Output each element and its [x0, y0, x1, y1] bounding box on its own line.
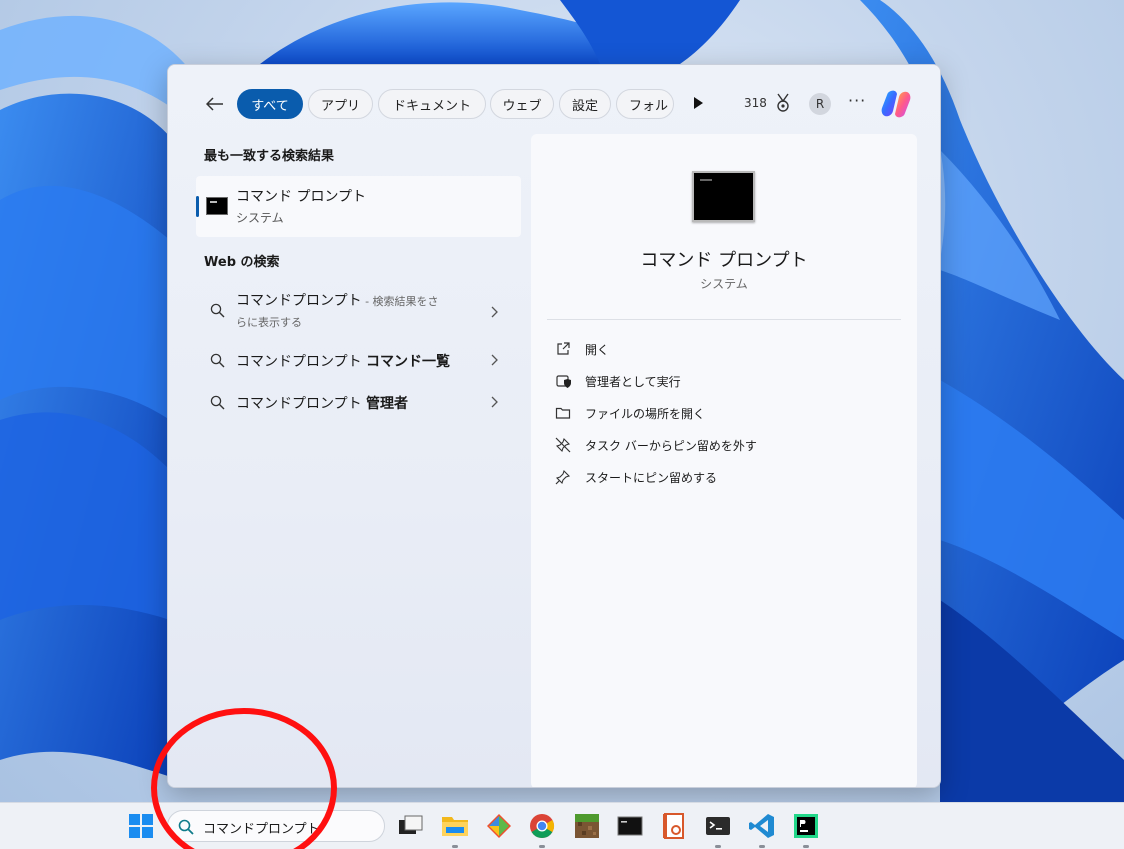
filter-chip-folders[interactable]: フォル	[616, 89, 674, 119]
minecraft-icon[interactable]	[572, 811, 602, 841]
detail-divider	[547, 319, 901, 320]
chevron-right-icon	[491, 306, 498, 318]
web-result-item[interactable]: コマンドプロンプト 管理者	[196, 383, 521, 423]
rewards-points: 318	[744, 96, 767, 110]
detail-app-name: コマンド プロンプト	[640, 250, 808, 271]
selection-indicator	[196, 196, 199, 217]
running-indicator	[715, 845, 721, 848]
terminal-icon[interactable]	[703, 811, 733, 841]
action-run-as-admin[interactable]: 管理者として実行	[555, 369, 885, 393]
search-icon	[178, 819, 194, 835]
open-external-icon	[557, 342, 570, 355]
action-open-file-location[interactable]: ファイルの場所を開く	[555, 401, 885, 425]
web-result-item[interactable]: コマンドプロンプト コマンド一覧	[196, 341, 521, 381]
running-indicator	[759, 845, 765, 848]
running-indicator	[803, 845, 809, 848]
web-result-bold-term: コマンド一覧	[366, 354, 451, 370]
command-prompt-icon	[206, 197, 228, 215]
best-match-title: コマンド プロンプト	[236, 189, 367, 205]
web-result-query: コマンドプロンプト	[236, 354, 367, 370]
filter-chip-documents[interactable]: ドキュメント	[378, 89, 486, 119]
taskbar-search-value: コマンドプロンプト	[203, 822, 320, 837]
filter-chip-web[interactable]: ウェブ	[490, 89, 554, 119]
web-result-bold-term: 管理者	[366, 396, 409, 412]
web-result-query: コマンドプロンプト	[236, 293, 362, 309]
taskbar: コマンドプロンプト	[0, 802, 1124, 849]
action-unpin-taskbar-label: タスク バーからピン留めを外す	[585, 438, 757, 453]
copilot-icon[interactable]	[880, 89, 912, 119]
action-pin-start-label: スタートにピン留めする	[585, 470, 718, 485]
running-indicator	[452, 845, 458, 848]
action-open[interactable]: 開く	[555, 337, 885, 361]
action-run-as-admin-label: 管理者として実行	[585, 374, 681, 389]
folder-icon	[555, 407, 571, 419]
action-pin-start[interactable]: スタートにピン留めする	[555, 465, 885, 489]
search-flyout: すべて アプリ ドキュメント ウェブ 設定 フォル 318 R ··· 最も一致…	[167, 64, 941, 788]
web-search-heading: Web の検索	[204, 255, 280, 270]
pin-icon	[555, 469, 571, 485]
chevron-right-icon	[491, 354, 498, 366]
command-prompt-icon[interactable]	[615, 811, 645, 841]
filter-bar: すべて アプリ ドキュメント ウェブ 設定 フォル 318 R ···	[168, 87, 940, 121]
web-result-hint-cont: らに表示する	[236, 316, 302, 329]
arrow-left-icon	[206, 97, 223, 111]
play-arrow-icon	[694, 97, 703, 109]
pycharm-icon[interactable]	[791, 811, 821, 841]
filter-chip-apps[interactable]: アプリ	[308, 89, 373, 119]
web-result-hint: - 検索結果をさ	[361, 295, 439, 308]
file-explorer-icon[interactable]	[440, 811, 470, 841]
action-open-label: 開く	[585, 342, 610, 357]
chrome-icon[interactable]	[527, 811, 557, 841]
command-prompt-large-icon	[692, 171, 755, 222]
search-icon	[210, 353, 225, 368]
vscode-icon[interactable]	[747, 811, 777, 841]
unpin-icon	[555, 437, 571, 453]
best-match-heading: 最も一致する検索結果	[204, 149, 335, 164]
filter-chip-all[interactable]: すべて	[237, 89, 303, 119]
action-open-file-location-label: ファイルの場所を開く	[585, 406, 706, 421]
more-filters-button[interactable]	[690, 95, 706, 111]
best-match-item[interactable]: コマンド プロンプト システム	[196, 176, 521, 237]
windows-start-icon[interactable]	[128, 813, 154, 839]
search-icon	[210, 395, 225, 410]
taskbar-search-box[interactable]: コマンドプロンプト	[167, 810, 385, 842]
result-detail-pane: コマンド プロンプト システム 開く 管理者として実行 ファイルの場所を開く タ…	[531, 134, 917, 787]
web-result-item[interactable]: コマンドプロンプト - 検索結果をさ らに表示する	[196, 287, 521, 333]
filter-chip-settings[interactable]: 設定	[559, 89, 611, 119]
action-unpin-taskbar[interactable]: タスク バーからピン留めを外す	[555, 433, 885, 457]
git-icon[interactable]	[484, 811, 514, 841]
task-view-icon[interactable]	[396, 811, 426, 841]
search-icon	[210, 303, 225, 318]
rewards-medal-icon[interactable]	[774, 93, 792, 113]
web-result-query: コマンドプロンプト	[236, 396, 367, 412]
back-button[interactable]	[202, 91, 228, 117]
admin-shield-icon	[556, 375, 571, 388]
best-match-subtitle: システム	[236, 211, 284, 225]
office-icon[interactable]	[659, 811, 689, 841]
more-options-button[interactable]: ···	[848, 91, 866, 110]
user-avatar[interactable]: R	[809, 93, 831, 115]
chevron-right-icon	[491, 396, 498, 408]
detail-app-kind: システム	[700, 277, 748, 291]
running-indicator	[539, 845, 545, 848]
